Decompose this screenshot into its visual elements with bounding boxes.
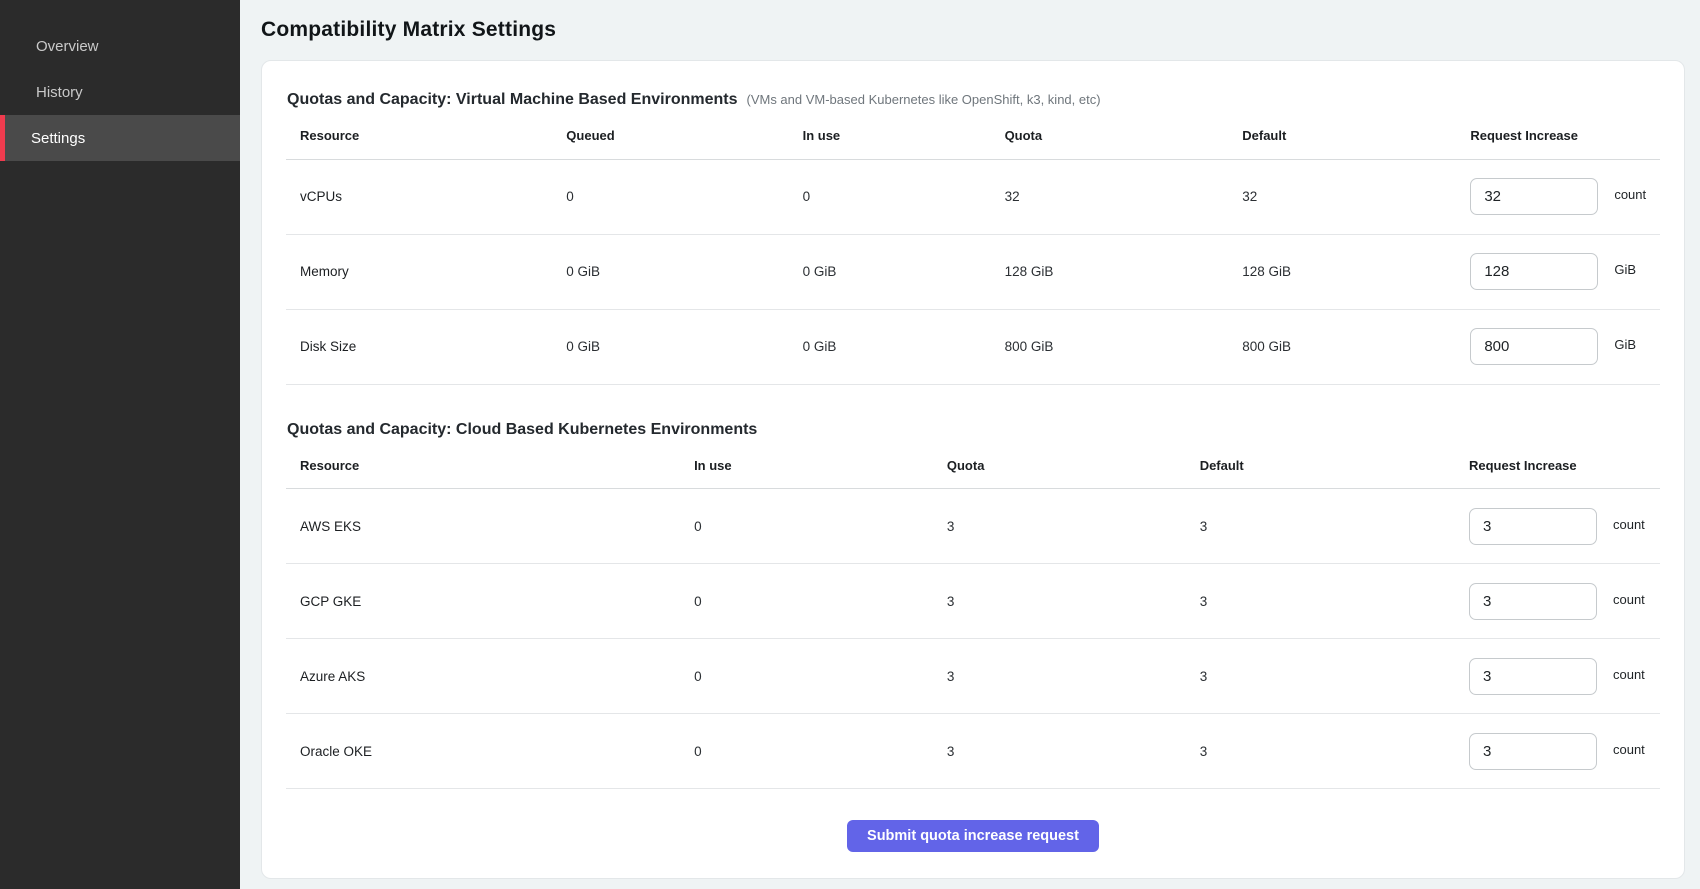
in-use-cell: 0 [803, 159, 1005, 234]
request-increase-cell: GiB [1470, 309, 1660, 384]
azure-aks-request-increase-input[interactable] [1469, 658, 1597, 695]
column-header-in-use: In use [694, 443, 947, 489]
column-header-default: Default [1200, 443, 1469, 489]
in-use-cell: 0 [694, 714, 947, 789]
column-header-quota: Quota [1005, 113, 1243, 159]
submit-quota-increase-button[interactable]: Submit quota increase request [847, 820, 1099, 852]
table-row-memory: Memory 0 GiB 0 GiB 128 GiB 128 GiB GiB [286, 234, 1660, 309]
request-increase-cell: count [1469, 639, 1660, 714]
app-window: Overview History Settings Compatibility … [0, 0, 1700, 889]
resource-cell: Disk Size [286, 309, 566, 384]
vm-section-subtitle: (VMs and VM-based Kubernetes like OpenSh… [746, 92, 1100, 107]
default-cell: 3 [1200, 564, 1469, 639]
unit-label: GiB [1614, 337, 1636, 352]
in-use-cell: 0 [694, 489, 947, 564]
default-cell: 3 [1200, 489, 1469, 564]
resource-cell: vCPUs [286, 159, 566, 234]
column-header-request-increase: Request Increase [1469, 443, 1660, 489]
cloud-section-heading: Quotas and Capacity: Cloud Based Kuberne… [286, 421, 1660, 439]
default-cell: 3 [1200, 714, 1469, 789]
request-increase-cell: count [1469, 564, 1660, 639]
cloud-quota-table: Resource In use Quota Default Request In… [286, 443, 1660, 790]
in-use-cell: 0 GiB [803, 309, 1005, 384]
queued-cell: 0 GiB [566, 309, 802, 384]
unit-label: count [1613, 742, 1645, 757]
cloud-table-header-row: Resource In use Quota Default Request In… [286, 443, 1660, 489]
column-header-default: Default [1242, 113, 1470, 159]
column-header-queued: Queued [566, 113, 802, 159]
default-cell: 32 [1242, 159, 1470, 234]
vcpus-request-increase-input[interactable] [1470, 178, 1598, 215]
vm-section-title: Quotas and Capacity: Virtual Machine Bas… [287, 91, 737, 109]
unit-label: count [1613, 592, 1645, 607]
cloud-section-title: Quotas and Capacity: Cloud Based Kuberne… [287, 421, 757, 439]
table-row-disk-size: Disk Size 0 GiB 0 GiB 800 GiB 800 GiB Gi… [286, 309, 1660, 384]
request-increase-cell: count [1469, 714, 1660, 789]
column-header-request-increase: Request Increase [1470, 113, 1660, 159]
table-row-vcpus: vCPUs 0 0 32 32 count [286, 159, 1660, 234]
quota-cell: 3 [947, 639, 1200, 714]
column-header-in-use: In use [803, 113, 1005, 159]
quota-cell: 3 [947, 489, 1200, 564]
in-use-cell: 0 [694, 639, 947, 714]
default-cell: 800 GiB [1242, 309, 1470, 384]
sidebar-item-settings[interactable]: Settings [0, 115, 240, 161]
sidebar-item-label: Settings [31, 130, 85, 147]
disk-size-request-increase-input[interactable] [1470, 328, 1598, 365]
in-use-cell: 0 GiB [803, 234, 1005, 309]
gcp-gke-request-increase-input[interactable] [1469, 583, 1597, 620]
unit-label: GiB [1614, 262, 1636, 277]
queued-cell: 0 GiB [566, 234, 802, 309]
sidebar-nav: Overview History Settings [0, 23, 240, 161]
table-row-oracle-oke: Oracle OKE 0 3 3 count [286, 714, 1660, 789]
unit-label: count [1613, 667, 1645, 682]
unit-label: count [1614, 187, 1646, 202]
vm-quota-table: Resource Queued In use Quota Default Req… [286, 113, 1660, 385]
sidebar-item-label: History [36, 84, 83, 101]
request-increase-cell: count [1470, 159, 1660, 234]
unit-label: count [1613, 517, 1645, 532]
oracle-oke-request-increase-input[interactable] [1469, 733, 1597, 770]
column-header-resource: Resource [286, 113, 566, 159]
memory-request-increase-input[interactable] [1470, 253, 1598, 290]
default-cell: 128 GiB [1242, 234, 1470, 309]
sidebar: Overview History Settings [0, 0, 240, 889]
resource-cell: GCP GKE [286, 564, 694, 639]
request-increase-cell: GiB [1470, 234, 1660, 309]
table-row-aws-eks: AWS EKS 0 3 3 count [286, 489, 1660, 564]
quota-cell: 32 [1005, 159, 1243, 234]
queued-cell: 0 [566, 159, 802, 234]
column-header-quota: Quota [947, 443, 1200, 489]
aws-eks-request-increase-input[interactable] [1469, 508, 1597, 545]
table-row-azure-aks: Azure AKS 0 3 3 count [286, 639, 1660, 714]
vm-section-heading: Quotas and Capacity: Virtual Machine Bas… [286, 91, 1660, 109]
quota-cell: 3 [947, 714, 1200, 789]
quota-cell: 800 GiB [1005, 309, 1243, 384]
sidebar-item-overview[interactable]: Overview [0, 23, 240, 69]
quota-cell: 3 [947, 564, 1200, 639]
main-content: Compatibility Matrix Settings Quotas and… [240, 0, 1700, 889]
submit-button-row: Submit quota increase request [286, 820, 1660, 852]
vm-table-header-row: Resource Queued In use Quota Default Req… [286, 113, 1660, 159]
default-cell: 3 [1200, 639, 1469, 714]
in-use-cell: 0 [694, 564, 947, 639]
settings-card: Quotas and Capacity: Virtual Machine Bas… [261, 60, 1685, 879]
resource-cell: Memory [286, 234, 566, 309]
resource-cell: Oracle OKE [286, 714, 694, 789]
column-header-resource: Resource [286, 443, 694, 489]
sidebar-item-history[interactable]: History [0, 69, 240, 115]
resource-cell: Azure AKS [286, 639, 694, 714]
resource-cell: AWS EKS [286, 489, 694, 564]
request-increase-cell: count [1469, 489, 1660, 564]
page-title: Compatibility Matrix Settings [261, 18, 1685, 42]
sidebar-item-label: Overview [36, 38, 99, 55]
table-row-gcp-gke: GCP GKE 0 3 3 count [286, 564, 1660, 639]
quota-cell: 128 GiB [1005, 234, 1243, 309]
